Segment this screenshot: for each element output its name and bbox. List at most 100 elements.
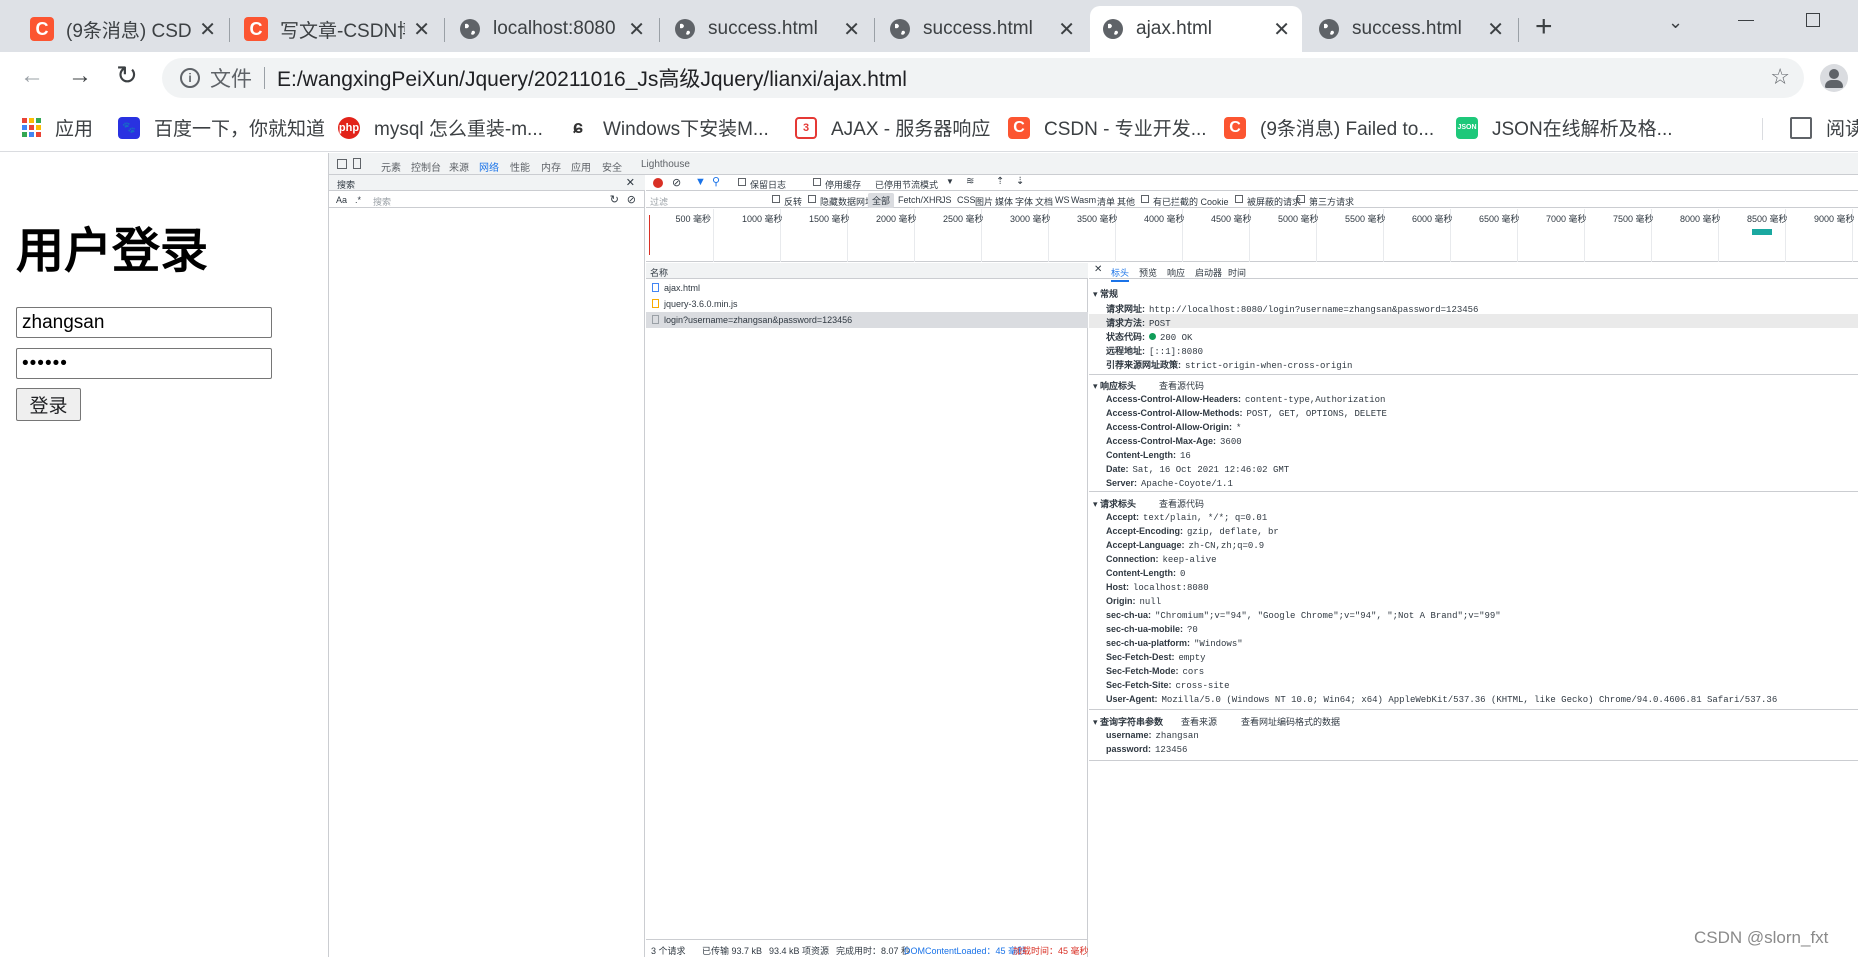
bookmark-csdn[interactable]: C CSDN - 专业开发... xyxy=(1008,114,1207,141)
tab-csdn-messages[interactable]: C (9条消息) CSDN ✕ xyxy=(18,6,228,52)
minimize-icon[interactable] xyxy=(1738,20,1754,21)
query-params-toggle[interactable]: ▾ 查询字符串参数 xyxy=(1093,715,1163,728)
bookmark-json[interactable]: JSON JSON在线解析及格... xyxy=(1456,114,1673,141)
query-view-source-link[interactable]: 查看来源 xyxy=(1181,715,1217,728)
import-har-icon[interactable]: ⇡ xyxy=(996,176,1004,187)
tab-response[interactable]: 响应 xyxy=(1167,266,1185,279)
close-tab-icon[interactable]: ✕ xyxy=(1273,17,1290,42)
filter-xhr[interactable]: Fetch/XHR xyxy=(898,195,942,205)
tab-ajax-active[interactable]: ajax.html ✕ xyxy=(1090,6,1302,52)
tab-headers[interactable]: 标头 xyxy=(1111,266,1130,282)
third-party-checkbox[interactable] xyxy=(1297,195,1305,203)
throttle-select[interactable]: 已停用节流模式 xyxy=(875,178,938,191)
url-text[interactable]: E:/wangxingPeiXun/Jquery/20211016_Js高级Jq… xyxy=(277,63,907,93)
filter-doc[interactable]: 文档 xyxy=(1035,195,1053,208)
filter-icon[interactable]: ▼ xyxy=(695,176,706,188)
panel-lighthouse[interactable]: Lighthouse xyxy=(641,159,690,170)
filter-js[interactable]: JS xyxy=(941,195,952,205)
search-drawer-input[interactable]: 搜索 xyxy=(373,195,391,208)
refresh-search-icon[interactable]: ↻ xyxy=(610,193,619,206)
close-tab-icon[interactable]: ✕ xyxy=(1058,17,1075,42)
login-button[interactable]: 登录 xyxy=(16,388,81,421)
invert-checkbox[interactable] xyxy=(772,195,780,203)
regex-toggle[interactable]: .* xyxy=(355,195,361,205)
panel-performance[interactable]: 性能 xyxy=(510,159,530,174)
filter-manifest[interactable]: 清单 xyxy=(1097,195,1115,208)
match-case-toggle[interactable]: Aa xyxy=(336,195,347,205)
new-tab-icon[interactable]: + xyxy=(1535,10,1553,44)
inspect-icon[interactable] xyxy=(337,159,347,169)
tab-success-2[interactable]: success.html ✕ xyxy=(877,6,1087,52)
record-icon[interactable] xyxy=(653,178,663,188)
tab-preview[interactable]: 预览 xyxy=(1139,266,1157,279)
profile-avatar[interactable] xyxy=(1820,64,1848,92)
tab-timing[interactable]: 时间 xyxy=(1228,266,1246,279)
request-headers-toggle[interactable]: ▾ 请求标头 xyxy=(1093,497,1136,510)
filter-img[interactable]: 图片 xyxy=(975,195,993,208)
address-bar[interactable]: i 文件 E:/wangxingPeiXun/Jquery/20211016_J… xyxy=(162,58,1804,98)
panel-elements[interactable]: 元素 xyxy=(381,159,401,174)
back-arrow-icon[interactable]: ← xyxy=(20,62,44,90)
name-column-header[interactable]: 名称 xyxy=(650,266,668,279)
search-tab[interactable]: 搜索 xyxy=(337,178,355,191)
tab-initiator[interactable]: 启动器 xyxy=(1195,266,1222,279)
tab-csdn-write[interactable]: C 写文章-CSDN博客 ✕ xyxy=(232,6,442,52)
bookmark-star-icon[interactable]: ☆ xyxy=(1770,64,1790,90)
filter-wasm[interactable]: Wasm xyxy=(1071,195,1096,205)
tab-success-3[interactable]: success.html ✕ xyxy=(1306,6,1516,52)
wifi-settings-icon[interactable]: ≋ xyxy=(966,176,974,187)
filter-media[interactable]: 媒体 xyxy=(995,195,1013,208)
filter-font[interactable]: 字体 xyxy=(1015,195,1033,208)
password-input[interactable] xyxy=(16,348,272,379)
filter-other[interactable]: 其他 xyxy=(1117,195,1135,208)
panel-application[interactable]: 应用 xyxy=(571,159,591,174)
request-row[interactable]: ajax.html xyxy=(646,280,1088,296)
close-tab-icon[interactable]: ✕ xyxy=(628,17,645,42)
close-tab-icon[interactable]: ✕ xyxy=(413,17,430,42)
bookmark-baidu[interactable]: 🐾 百度一下，你就知道 xyxy=(118,114,325,141)
disable-cache-checkbox[interactable] xyxy=(813,178,821,186)
request-row[interactable]: jquery-3.6.0.min.js xyxy=(646,296,1088,312)
dropdown-icon[interactable]: ▼ xyxy=(946,177,954,186)
query-view-decoded-link[interactable]: 查看网址编码格式的数据 xyxy=(1241,715,1340,728)
forward-arrow-icon[interactable]: → xyxy=(68,62,92,90)
filter-css[interactable]: CSS xyxy=(957,195,976,205)
close-tab-icon[interactable]: ✕ xyxy=(199,17,216,42)
close-tab-icon[interactable]: ✕ xyxy=(1487,17,1504,42)
preserve-log-checkbox[interactable] xyxy=(738,178,746,186)
request-row-selected[interactable]: login?username=zhangsan&password=123456 xyxy=(646,312,1088,328)
tab-search-chevron-icon[interactable]: ⌄ xyxy=(1668,12,1683,33)
panel-console[interactable]: 控制台 xyxy=(411,159,441,174)
tab-success-1[interactable]: success.html ✕ xyxy=(662,6,872,52)
bookmark-apps[interactable]: 应用 xyxy=(22,114,93,141)
hide-data-urls-checkbox[interactable] xyxy=(808,195,816,203)
device-toggle-icon[interactable] xyxy=(353,158,361,169)
panel-memory[interactable]: 内存 xyxy=(541,159,561,174)
request-view-source-link[interactable]: 查看源代码 xyxy=(1159,497,1204,510)
export-har-icon[interactable]: ⇣ xyxy=(1016,176,1024,187)
filter-all[interactable]: 全部 xyxy=(868,193,895,208)
timeline-overview[interactable]: 500 毫秒 1000 毫秒 1500 毫秒 2000 毫秒 2500 毫秒 3000 毫… xyxy=(646,209,1858,262)
bookmark-mysql[interactable]: php mysql 怎么重装-m... xyxy=(338,114,543,141)
blocked-requests-checkbox[interactable] xyxy=(1235,195,1243,203)
response-headers-toggle[interactable]: ▾ 响应标头 xyxy=(1093,379,1136,392)
clear-search-icon[interactable]: ⊘ xyxy=(627,193,636,206)
response-view-source-link[interactable]: 查看源代码 xyxy=(1159,379,1204,392)
restore-icon[interactable] xyxy=(1806,13,1820,27)
info-icon[interactable]: i xyxy=(180,68,200,88)
reload-icon[interactable]: ↻ xyxy=(116,60,138,91)
filter-input[interactable]: 过滤 xyxy=(650,195,770,208)
bookmark-ajax[interactable]: 3 AJAX - 服务器响应 xyxy=(795,114,990,141)
general-section-toggle[interactable]: ▾ 常规 xyxy=(1093,287,1118,300)
bookmark-windows-install[interactable]: ɕ Windows下安装M... xyxy=(567,114,769,141)
search-icon[interactable]: ⚲ xyxy=(712,175,720,188)
tab-localhost[interactable]: localhost:8080 ✕ xyxy=(447,6,657,52)
bookmark-failed-to[interactable]: C (9条消息) Failed to... xyxy=(1224,114,1434,141)
close-detail-icon[interactable]: ✕ xyxy=(1094,264,1102,275)
clear-icon[interactable]: ⊘ xyxy=(672,176,681,189)
close-drawer-icon[interactable]: ✕ xyxy=(626,176,635,189)
blocked-cookies-checkbox[interactable] xyxy=(1141,195,1149,203)
filter-ws[interactable]: WS xyxy=(1055,195,1070,205)
panel-sources[interactable]: 来源 xyxy=(449,159,469,174)
panel-security[interactable]: 安全 xyxy=(602,159,622,174)
